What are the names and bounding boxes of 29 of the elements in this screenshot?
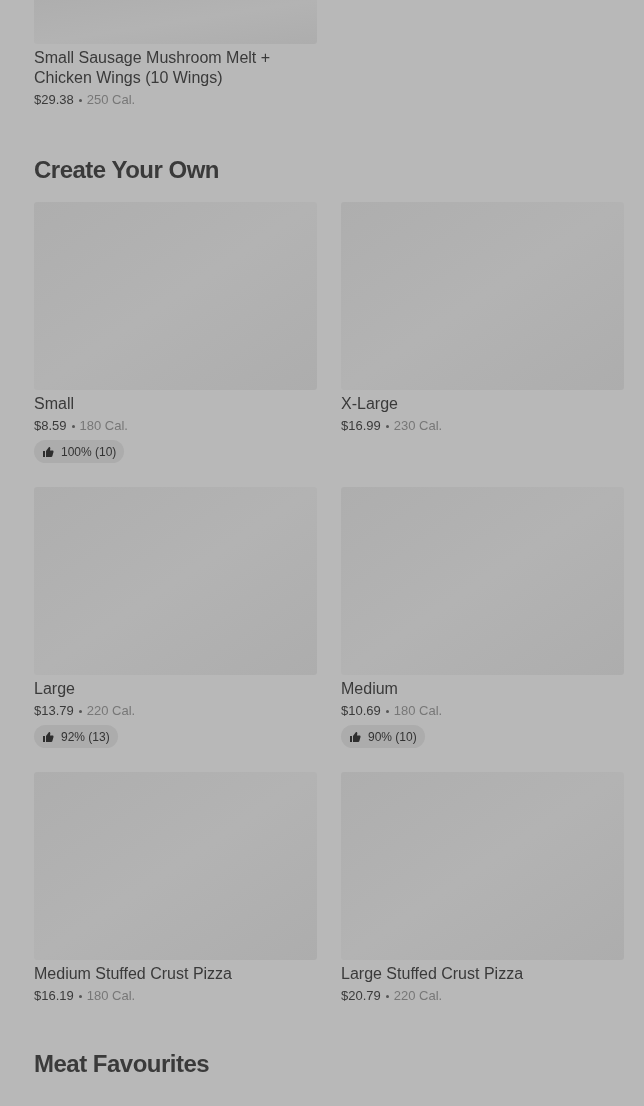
item-calories: 250 Cal.: [86, 91, 136, 109]
thumbs-up-icon: [42, 730, 54, 743]
section-heading: Create Your Own: [34, 155, 220, 185]
item-calories: 230 Cal.: [393, 417, 443, 435]
item-name: X-Large: [341, 394, 399, 414]
thumbs-up-icon: [42, 445, 54, 458]
item-price: $16.99: [341, 417, 381, 435]
item-calories: 220 Cal.: [86, 702, 136, 720]
item-name: Large: [34, 679, 76, 699]
item-price: $20.79: [341, 987, 381, 1005]
section-heading: Meat Favourites: [34, 1049, 211, 1079]
item-name: Large Stuffed Crust Pizza: [341, 964, 525, 984]
item-name: Medium Stuffed Crust Pizza: [34, 964, 233, 984]
item-name: Medium: [341, 679, 399, 699]
item-calories: 180 Cal.: [79, 417, 128, 435]
item-price: $29.38: [34, 91, 74, 109]
item-calories: 180 Cal.: [86, 987, 136, 1005]
item-name: Small Sausage Mushroom Melt + Chicken Wings (10 Wings): [34, 48, 272, 88]
item-name: Small: [34, 394, 75, 414]
thumbs-up-icon: [349, 730, 361, 743]
item-price: $13.79: [34, 702, 74, 720]
rating-badge: 100% (10): [34, 440, 125, 463]
rating-badge: 90% (10): [341, 725, 425, 748]
item-price: $16.19: [34, 987, 74, 1005]
rating-badge: 92% (13): [34, 725, 118, 748]
item-price: $10.69: [341, 702, 381, 720]
item-price: $8.59: [34, 417, 67, 435]
item-calories: 220 Cal.: [393, 987, 443, 1005]
item-calories: 180 Cal.: [393, 702, 443, 720]
